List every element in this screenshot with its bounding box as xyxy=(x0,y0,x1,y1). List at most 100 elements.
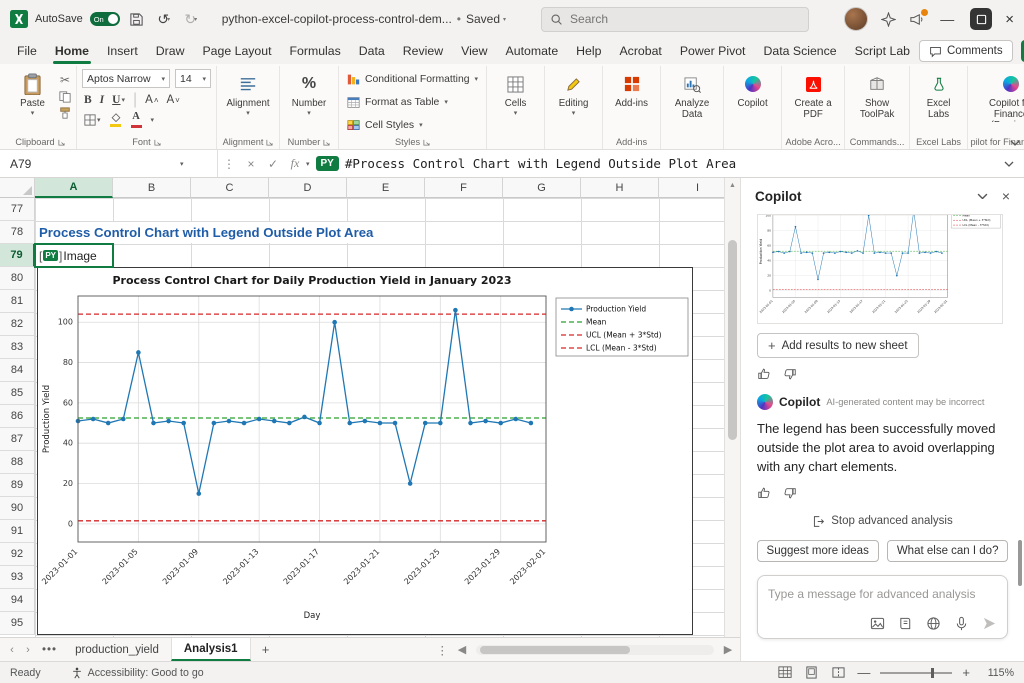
zoom-out-button[interactable]: — xyxy=(857,665,870,680)
page-break-view-icon[interactable] xyxy=(830,665,847,680)
copy-button[interactable] xyxy=(59,91,71,103)
megaphone-icon[interactable] xyxy=(909,12,924,27)
tab-draw[interactable]: Draw xyxy=(147,40,194,64)
copilot-suggestion-chip[interactable]: What else can I do? xyxy=(887,540,1009,562)
thumbs-up-icon[interactable] xyxy=(757,486,771,500)
row-header-79[interactable]: 79 xyxy=(0,244,35,267)
thumbs-down-icon[interactable] xyxy=(783,367,797,381)
tab-script-lab[interactable]: Script Lab xyxy=(846,40,919,64)
normal-view-icon[interactable] xyxy=(776,665,793,680)
addins-button[interactable]: Add-ins xyxy=(608,69,655,110)
copilot-finance-button[interactable]: Copilot for Finance (Preview) xyxy=(973,69,1024,122)
tab-view[interactable]: View xyxy=(452,40,496,64)
row-header-80[interactable]: 80 xyxy=(0,267,35,290)
zoom-level[interactable]: 115% xyxy=(980,667,1014,679)
tab-insert[interactable]: Insert xyxy=(98,40,147,64)
row-header-77[interactable]: 77 xyxy=(0,198,35,221)
format-painter-button[interactable] xyxy=(59,107,71,119)
bold-button[interactable]: B xyxy=(84,94,92,106)
row-header-88[interactable]: 88 xyxy=(0,451,35,474)
column-header-d[interactable]: D xyxy=(269,178,347,198)
row-header-78[interactable]: 78 xyxy=(0,221,35,244)
minimize-window-button[interactable]: — xyxy=(937,7,957,31)
expand-formula-bar-chevron-icon[interactable] xyxy=(1004,161,1024,167)
search-box[interactable] xyxy=(541,7,809,32)
tab-file[interactable]: File xyxy=(8,40,46,64)
row-header-82[interactable]: 82 xyxy=(0,313,35,336)
selected-cell-a79[interactable]: [ PY ] Image xyxy=(34,243,114,268)
row-header-85[interactable]: 85 xyxy=(0,382,35,405)
column-header-i[interactable]: I xyxy=(659,178,724,198)
sheet-tab-production_yield[interactable]: production_yield xyxy=(63,638,171,661)
copilot-button[interactable]: Copilot xyxy=(729,69,776,110)
name-box[interactable]: ▾ xyxy=(0,150,218,177)
sheet-list-dots-icon[interactable]: ••• xyxy=(42,644,57,656)
thumbs-down-icon[interactable] xyxy=(783,486,797,500)
add-results-button[interactable]: + Add results to new sheet xyxy=(757,333,919,358)
copilot-pane-scrollbar[interactable] xyxy=(1018,540,1022,586)
font-color-button[interactable]: A xyxy=(131,112,142,128)
tab-data[interactable]: Data xyxy=(350,40,394,64)
row-header-84[interactable]: 84 xyxy=(0,359,35,382)
new-sheet-button[interactable]: + xyxy=(257,642,275,657)
cancel-entry-button[interactable]: × xyxy=(240,157,262,171)
vertical-scroll-thumb[interactable] xyxy=(728,240,737,440)
sheet-nav-right-icon[interactable]: › xyxy=(20,644,36,656)
tab-home[interactable]: Home xyxy=(46,40,98,64)
share-button[interactable]: Share ▾ xyxy=(1021,40,1024,62)
row-header-95[interactable]: 95 xyxy=(0,612,35,635)
conditional-formatting-button[interactable]: Conditional Formatting▾ xyxy=(344,69,481,89)
copilot-pane-collapse-chevron-icon[interactable] xyxy=(977,193,988,200)
accessibility-status[interactable]: Accessibility: Good to go xyxy=(71,667,204,679)
row-header-86[interactable]: 86 xyxy=(0,405,35,428)
send-icon[interactable] xyxy=(982,616,997,631)
close-window-button[interactable]: × xyxy=(1005,11,1014,28)
alignment-button[interactable]: Alignment ▾ xyxy=(222,69,274,118)
prompt-gallery-icon[interactable] xyxy=(898,616,913,631)
font-name-select[interactable]: Aptos Narrow▾ xyxy=(82,69,170,88)
select-all-corner[interactable] xyxy=(0,178,35,198)
horizontal-scrollbar[interactable] xyxy=(476,645,714,655)
decrease-font-size-button[interactable]: A˅ xyxy=(166,94,179,106)
format-as-table-button[interactable]: Format as Table▾ xyxy=(344,92,481,112)
globe-icon[interactable] xyxy=(926,616,941,631)
grid-vertical-scrollbar[interactable]: ▲ xyxy=(724,178,740,637)
create-pdf-button[interactable]: Create a PDF xyxy=(787,69,839,121)
sheet-bar-menu-icon[interactable]: ⋮ xyxy=(437,643,449,657)
row-header-87[interactable]: 87 xyxy=(0,428,35,451)
chart-result-thumbnail[interactable]: 2023-01-012023-01-052023-01-092023-01-13… xyxy=(757,214,1003,324)
tab-page-layout[interactable]: Page Layout xyxy=(193,40,280,64)
row-header-90[interactable]: 90 xyxy=(0,497,35,520)
hscroll-right-arrow-icon[interactable]: ▶ xyxy=(720,643,736,656)
show-toolpak-button[interactable]: Show ToolPak xyxy=(850,69,904,121)
collapse-ribbon-chevron-icon[interactable] xyxy=(1010,140,1020,146)
cells-button[interactable]: Cells ▾ xyxy=(492,69,539,118)
embedded-chart[interactable]: 2023-01-012023-01-052023-01-092023-01-13… xyxy=(37,267,693,635)
cell-a78-heading[interactable]: Process Control Chart with Legend Outsid… xyxy=(37,222,381,243)
search-input[interactable] xyxy=(570,12,770,26)
user-avatar[interactable] xyxy=(844,7,868,31)
sheet-nav-left-icon[interactable]: ‹ xyxy=(4,644,20,656)
page-layout-view-icon[interactable] xyxy=(803,665,820,680)
tab-help[interactable]: Help xyxy=(567,40,610,64)
scroll-up-arrow-icon[interactable]: ▲ xyxy=(725,178,740,192)
document-title[interactable]: python-excel-copilot-process-control-dem… xyxy=(222,12,506,26)
column-header-e[interactable]: E xyxy=(347,178,425,198)
tab-formulas[interactable]: Formulas xyxy=(281,40,350,64)
borders-button[interactable]: ▾ xyxy=(84,114,101,126)
tab-review[interactable]: Review xyxy=(394,40,452,64)
insert-function-button[interactable]: fx xyxy=(284,156,306,171)
column-header-g[interactable]: G xyxy=(503,178,581,198)
sheet-tab-analysis1[interactable]: Analysis1 xyxy=(171,638,251,661)
save-icon[interactable] xyxy=(127,7,147,31)
row-header-93[interactable]: 93 xyxy=(0,566,35,589)
row-header-92[interactable]: 92 xyxy=(0,543,35,566)
increase-font-size-button[interactable]: A˄ xyxy=(145,94,158,106)
confirm-entry-button[interactable]: ✓ xyxy=(262,157,284,171)
horizontal-scroll-thumb[interactable] xyxy=(480,646,630,654)
editing-button[interactable]: Editing ▾ xyxy=(550,69,597,118)
row-header-91[interactable]: 91 xyxy=(0,520,35,543)
row-header-83[interactable]: 83 xyxy=(0,336,35,359)
zoom-slider-thumb[interactable] xyxy=(931,668,934,678)
name-box-input[interactable] xyxy=(10,157,180,171)
